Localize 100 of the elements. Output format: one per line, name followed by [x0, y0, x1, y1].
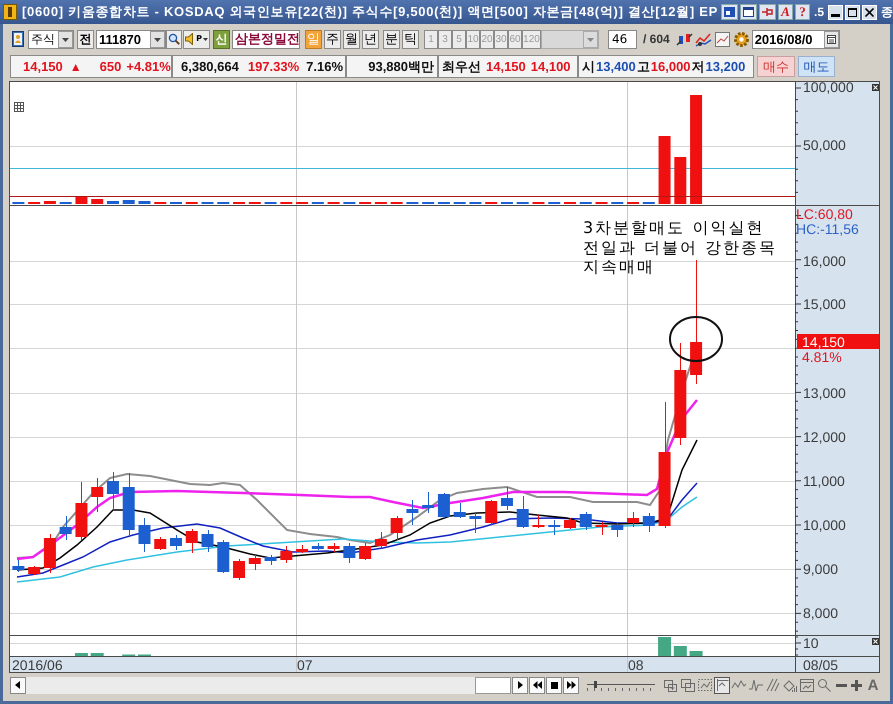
- current-price-badge: 14,150: [797, 334, 879, 350]
- caret-icon[interactable]: [150, 30, 165, 48]
- caret-icon[interactable]: [58, 30, 73, 48]
- indicator-axis: [794, 636, 802, 656]
- framed-chart-icon[interactable]: [799, 676, 816, 694]
- stock-code-field[interactable]: 111870: [96, 30, 166, 48]
- candlestick: [154, 536, 166, 550]
- candlestick: [469, 512, 482, 534]
- candlestick: [454, 502, 466, 518]
- stop-icon: [550, 682, 558, 688]
- line-chart-icon[interactable]: [694, 30, 712, 48]
- date-field[interactable]: 2016/08/0: [752, 30, 840, 48]
- window-icon[interactable]: [740, 4, 757, 20]
- search-icon: [168, 33, 180, 45]
- candlestick: [642, 512, 655, 532]
- turnover-value: 7.16%: [306, 59, 344, 74]
- volume-ratio: 197.33%: [248, 59, 300, 74]
- portrait-icon[interactable]: [10, 30, 26, 48]
- settings-icon[interactable]: [732, 30, 750, 48]
- candlestick: [359, 542, 372, 560]
- candlestick: [186, 528, 198, 554]
- buy-button[interactable]: 매수: [757, 56, 795, 77]
- axis-label: 15,000: [803, 296, 846, 312]
- period-tab[interactable]: 분: [383, 30, 400, 48]
- candlestick: [12, 560, 24, 572]
- direction-label: ▲: [70, 60, 82, 74]
- axis-label: 50,000: [803, 137, 846, 153]
- candlestick: [28, 566, 40, 576]
- circle-marker: [669, 316, 723, 362]
- font-button[interactable]: A: [866, 676, 880, 694]
- slider-thumb[interactable]: [594, 681, 597, 688]
- close-icon[interactable]: [872, 638, 879, 645]
- rewind-button[interactable]: [529, 676, 546, 694]
- layout-icon[interactable]: [720, 4, 738, 20]
- speaker-button[interactable]: P: [183, 30, 210, 48]
- slanted-lines-icon[interactable]: [765, 676, 782, 694]
- candlestick: [312, 542, 324, 550]
- new-button[interactable]: 신: [213, 30, 230, 48]
- low-price: 13,200: [706, 59, 746, 74]
- period-tab[interactable]: 틱: [402, 30, 419, 48]
- stop-button[interactable]: [546, 676, 562, 694]
- dotted-frame-icon[interactable]: [697, 676, 714, 694]
- low-label: 저: [692, 58, 705, 76]
- period-tab[interactable]: 년: [362, 30, 379, 48]
- left-arrow-icon: [15, 681, 20, 689]
- high-label: 고: [636, 58, 650, 76]
- plus-icon[interactable]: [851, 680, 862, 690]
- title-help-button[interactable]: A: [778, 4, 793, 20]
- stock-name-field: 삼본정밀전: [232, 30, 300, 48]
- open-price: 13,400: [596, 59, 636, 74]
- play-button[interactable]: [512, 676, 528, 694]
- candlestick: [500, 486, 513, 510]
- volume-bar: [658, 136, 671, 204]
- minus-icon[interactable]: [836, 684, 848, 686]
- close-icon[interactable]: [872, 84, 879, 91]
- best-bid: 14,100: [530, 59, 571, 74]
- high-price: 16,000: [650, 59, 691, 74]
- previous-button[interactable]: 전: [77, 30, 94, 48]
- period-tab[interactable]: 주: [324, 30, 341, 48]
- count-field[interactable]: 46: [608, 30, 637, 48]
- pin-icon[interactable]: [758, 4, 776, 20]
- maximize-button[interactable]: [845, 4, 860, 20]
- candle-arrows-icon[interactable]: [676, 30, 693, 48]
- indicator-bar: [90, 653, 104, 656]
- indicator-bar: [74, 653, 88, 656]
- candlestick: [390, 516, 403, 540]
- crosshair-line-icon[interactable]: [714, 676, 730, 694]
- volume-bar: [91, 199, 104, 204]
- candlestick: [138, 518, 150, 552]
- fast-forward-button[interactable]: [563, 676, 580, 694]
- magnifier-icon[interactable]: [816, 676, 832, 694]
- indicator-bar: [138, 654, 151, 656]
- grid-icon[interactable]: [14, 102, 24, 112]
- chart-document-icon[interactable]: [714, 30, 731, 48]
- search-button[interactable]: [166, 30, 182, 48]
- title-help-button[interactable]: ?: [794, 4, 810, 20]
- title-fragment: .5: [814, 5, 824, 19]
- calendar-icon[interactable]: [824, 30, 839, 48]
- total-count: / 604: [643, 32, 670, 46]
- sell-button[interactable]: 매도: [798, 56, 835, 77]
- indicator-bar: [658, 637, 672, 656]
- candlestick: [264, 554, 277, 566]
- scrollbar-thumb[interactable]: [475, 676, 512, 694]
- scroll-left-button[interactable]: [10, 676, 26, 694]
- overlap-squares-icon[interactable]: [680, 676, 696, 694]
- candlestick: [564, 518, 576, 530]
- minimize-icon: [831, 14, 840, 16]
- close-button[interactable]: [862, 4, 877, 20]
- period-tab[interactable]: 월: [343, 30, 360, 48]
- candlestick: [611, 522, 624, 538]
- current-price: 14,150: [23, 59, 63, 74]
- best-ask: 14,150: [486, 59, 526, 74]
- volume-bar: [75, 197, 88, 204]
- axis-label: 12,000: [803, 429, 846, 445]
- minimize-button[interactable]: [828, 4, 843, 20]
- candlestick: [328, 542, 340, 552]
- volume-bar: [674, 157, 686, 204]
- market-dropdown[interactable]: 주식: [28, 30, 74, 48]
- window-title: [0600] 키움종합차트 - KOSDAQ 외국인보유[22(천)] 주식수[9,500(천)] 액면[500] 자본금[48(억)] 결산[12월] EP: [22, 3, 718, 21]
- open-label: 시: [582, 58, 595, 76]
